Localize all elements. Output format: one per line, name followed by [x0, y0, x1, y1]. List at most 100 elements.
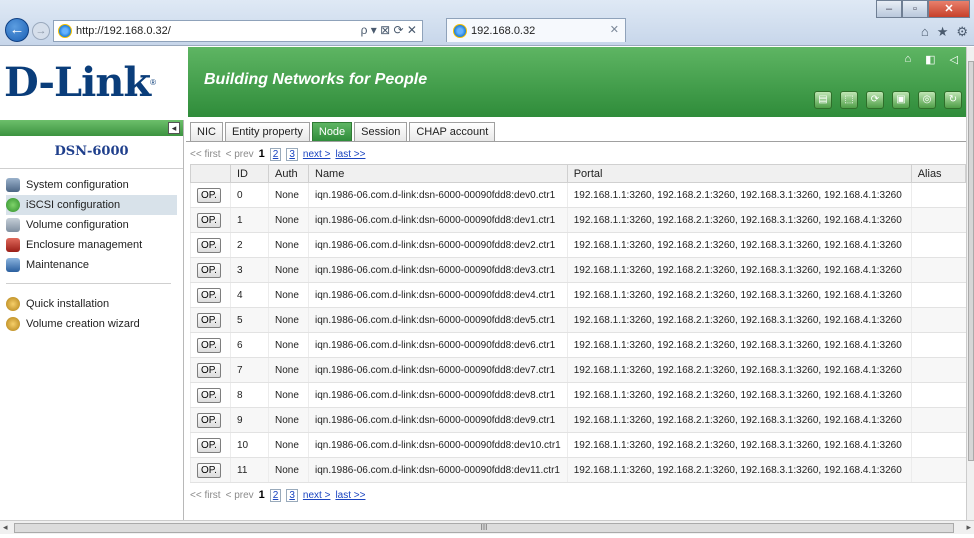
- sound-tool-icon[interactable]: ◁: [950, 53, 958, 66]
- name-cell: iqn.1986-06.com.d-link:dsn-6000-00090fdd…: [308, 357, 568, 383]
- pager-page-3[interactable]: 3: [286, 147, 298, 161]
- tab-nic[interactable]: NIC: [190, 122, 223, 141]
- banner-tools: ⌂ ◧ ◁: [904, 53, 958, 66]
- name-cell: iqn.1986-06.com.d-link:dsn-6000-00090fdd…: [308, 282, 568, 308]
- sidebar-item-quick-installation[interactable]: Quick installation: [6, 294, 183, 314]
- sidebar-item-volume-configuration[interactable]: Volume configuration: [6, 215, 183, 235]
- alias-cell: [910, 182, 966, 208]
- ie-icon: [58, 24, 72, 38]
- menu-divider: [6, 283, 171, 284]
- reboot-icon[interactable]: ◎: [918, 91, 936, 109]
- op-button[interactable]: OP.: [197, 412, 221, 428]
- sidebar-header: ◂: [0, 120, 183, 136]
- sidebar-item-enclosure-management[interactable]: Enclosure management: [6, 235, 183, 255]
- name-cell: iqn.1986-06.com.d-link:dsn-6000-00090fdd…: [308, 307, 568, 333]
- alias-cell: [910, 432, 966, 458]
- op-button[interactable]: OP.: [197, 187, 221, 203]
- back-icon[interactable]: ←: [5, 18, 29, 42]
- op-button[interactable]: OP.: [197, 262, 221, 278]
- pager-page-2[interactable]: 2: [269, 488, 282, 502]
- iscsi-icon: [6, 198, 20, 212]
- slogan: Building Networks for People: [204, 71, 428, 88]
- pager-page-3[interactable]: 3: [286, 488, 298, 502]
- op-button[interactable]: OP.: [197, 462, 221, 478]
- tab-node[interactable]: Node: [311, 122, 353, 141]
- settings-gear-icon[interactable]: ⚙: [956, 24, 968, 40]
- portal-cell: 192.168.1.1:3260, 192.168.2.1:3260, 192.…: [566, 182, 912, 208]
- horizontal-scrollbar[interactable]: ◂ III ▸: [0, 520, 974, 534]
- page-header: D-Link ® Building Networks for People ⌂ ◧…: [0, 47, 966, 117]
- pager-next[interactable]: next >: [303, 149, 331, 160]
- name-cell: iqn.1986-06.com.d-link:dsn-6000-00090fdd…: [308, 232, 568, 258]
- device-icon[interactable]: ⬚: [840, 91, 858, 109]
- op-button[interactable]: OP.: [197, 362, 221, 378]
- id-cell: 3: [230, 257, 269, 283]
- horizontal-scroll-thumb[interactable]: III: [14, 523, 954, 533]
- browser-tab[interactable]: 192.168.0.32 ✕: [446, 18, 626, 42]
- table-row: OP. 8 None iqn.1986-06.com.d-link:dsn-6000-…: [190, 382, 966, 408]
- op-cell: OP.: [190, 457, 231, 483]
- tab-close-icon[interactable]: ✕: [610, 23, 619, 36]
- op-button[interactable]: OP.: [197, 337, 221, 353]
- portal-cell: 192.168.1.1:3260, 192.168.2.1:3260, 192.…: [566, 457, 912, 483]
- portal-cell: 192.168.1.1:3260, 192.168.2.1:3260, 192.…: [566, 332, 912, 358]
- tab-chap-account[interactable]: CHAP account: [409, 122, 496, 141]
- scroll-right-icon[interactable]: ▸: [966, 522, 971, 533]
- tab-entity-property[interactable]: Entity property: [224, 122, 310, 141]
- collapse-icon[interactable]: ◂: [168, 122, 180, 134]
- tab-session[interactable]: Session: [354, 122, 408, 141]
- auth-cell: None: [268, 257, 309, 283]
- storage-icon[interactable]: ▤: [814, 91, 832, 109]
- pager-last[interactable]: last >>: [335, 149, 365, 160]
- sidebar-item-label: Maintenance: [26, 259, 89, 271]
- table-row: OP. 11 None iqn.1986-06.com.d-link:dsn-6000…: [190, 457, 966, 483]
- name-cell: iqn.1986-06.com.d-link:dsn-6000-00090fdd…: [308, 407, 568, 433]
- op-button[interactable]: OP.: [197, 387, 221, 403]
- pager-prev: < prev: [225, 489, 254, 501]
- address-tools-icon[interactable]: ρ ▾ ⊠ ⟳ ✕: [361, 23, 417, 37]
- favorites-star-icon[interactable]: ★: [937, 24, 949, 40]
- sidebar-item-label: System configuration: [26, 179, 129, 191]
- save-icon[interactable]: ▣: [892, 91, 910, 109]
- op-button[interactable]: OP.: [197, 212, 221, 228]
- auth-cell: None: [268, 357, 309, 383]
- vertical-scroll-thumb[interactable]: [968, 61, 974, 461]
- minimize-icon[interactable]: –: [876, 0, 902, 18]
- close-window-icon[interactable]: ✕: [928, 0, 970, 18]
- volume-icon: [6, 218, 20, 232]
- alias-cell: [910, 382, 966, 408]
- pager-current: 1: [258, 489, 265, 501]
- forward-icon[interactable]: →: [32, 22, 50, 40]
- sidebar-item-volume-creation-wizard[interactable]: Volume creation wizard: [6, 314, 183, 334]
- address-bar[interactable]: http://192.168.0.32/ ρ ▾ ⊠ ⟳ ✕: [53, 20, 423, 42]
- pager-last[interactable]: last >>: [335, 490, 365, 501]
- home-icon[interactable]: ⌂: [921, 24, 929, 40]
- op-button[interactable]: OP.: [197, 437, 221, 453]
- op-cell: OP.: [190, 332, 231, 358]
- scroll-left-icon[interactable]: ◂: [3, 522, 8, 533]
- refresh-icon[interactable]: ⟳: [866, 91, 884, 109]
- name-cell: iqn.1986-06.com.d-link:dsn-6000-00090fdd…: [308, 382, 568, 408]
- pager-next[interactable]: next >: [303, 490, 331, 501]
- sidebar-item-system-configuration[interactable]: System configuration: [6, 175, 183, 195]
- sidebar-item-label: Enclosure management: [26, 239, 143, 251]
- auth-cell: None: [268, 232, 309, 258]
- sidebar-item-maintenance[interactable]: Maintenance: [6, 255, 183, 275]
- home-tool-icon[interactable]: ⌂: [904, 53, 911, 66]
- op-button[interactable]: OP.: [197, 287, 221, 303]
- op-button[interactable]: OP.: [197, 237, 221, 253]
- maximize-icon[interactable]: ▫: [902, 0, 928, 18]
- tab-ie-icon: [453, 23, 467, 38]
- browser-toolbar: ⌂ ★ ⚙: [921, 24, 968, 40]
- logout-icon[interactable]: ↻: [944, 91, 962, 109]
- auth-cell: None: [268, 282, 309, 308]
- pager-page-2[interactable]: 2: [269, 147, 282, 161]
- vertical-scrollbar[interactable]: [966, 47, 974, 520]
- portal-cell: 192.168.1.1:3260, 192.168.2.1:3260, 192.…: [566, 407, 912, 433]
- op-cell: OP.: [190, 207, 231, 233]
- op-button[interactable]: OP.: [197, 312, 221, 328]
- sidebar-item-iscsi-configuration[interactable]: iSCSI configuration: [6, 195, 177, 215]
- browser-chrome: ← → http://192.168.0.32/ ρ ▾ ⊠ ⟳ ✕ 192.1…: [0, 0, 974, 46]
- table-row: OP. 9 None iqn.1986-06.com.d-link:dsn-6000-…: [190, 407, 966, 433]
- page-tool-icon[interactable]: ◧: [925, 53, 935, 66]
